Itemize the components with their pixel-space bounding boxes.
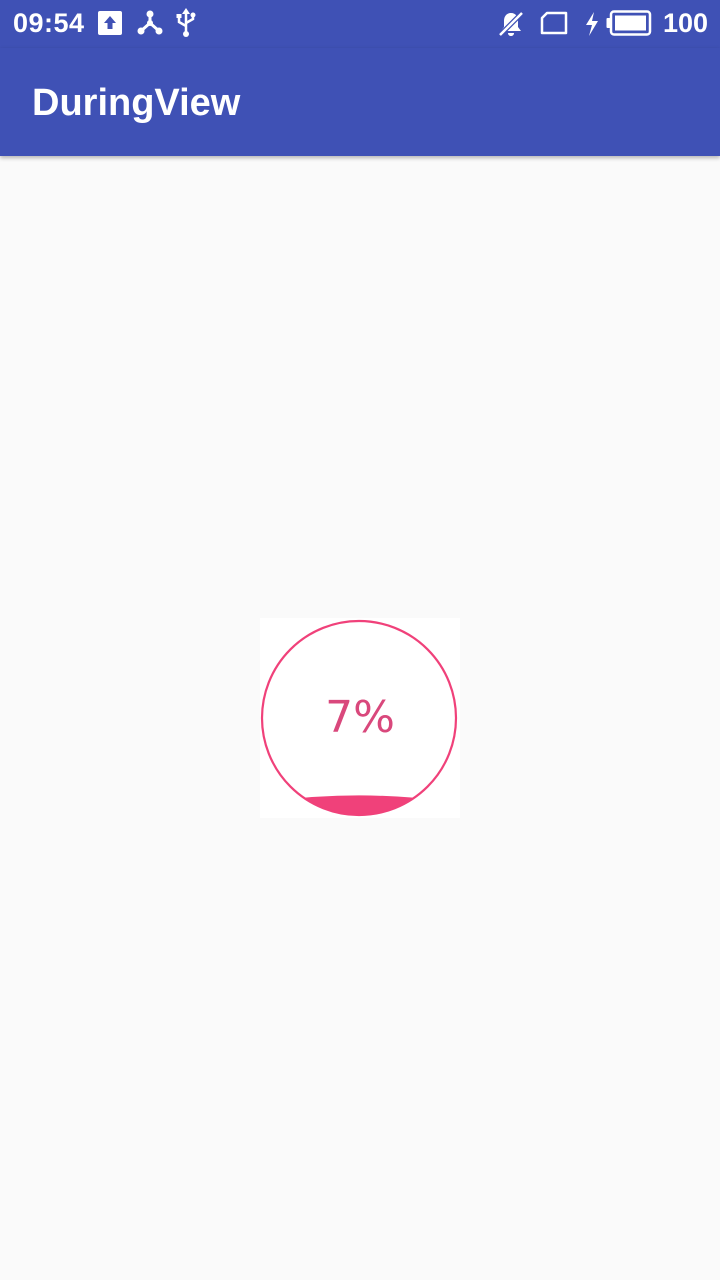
battery-level-text: 100 [662,8,708,38]
app-title: DuringView [32,82,241,124]
status-bar: 09:54 100 [0,0,720,48]
during-view-progress[interactable]: 7% [260,618,460,818]
notifications-off-icon [498,11,524,37]
charging-icon [586,12,598,36]
share-notification-icon [137,10,163,35]
upload-notification-icon [98,11,122,35]
progress-percent-text: 7% [325,692,395,743]
usb-icon [176,8,196,37]
app-bar: DuringView [0,48,720,156]
sim-card-icon [540,11,568,35]
status-time: 09:54 [13,8,85,38]
battery-full-icon [606,10,652,36]
